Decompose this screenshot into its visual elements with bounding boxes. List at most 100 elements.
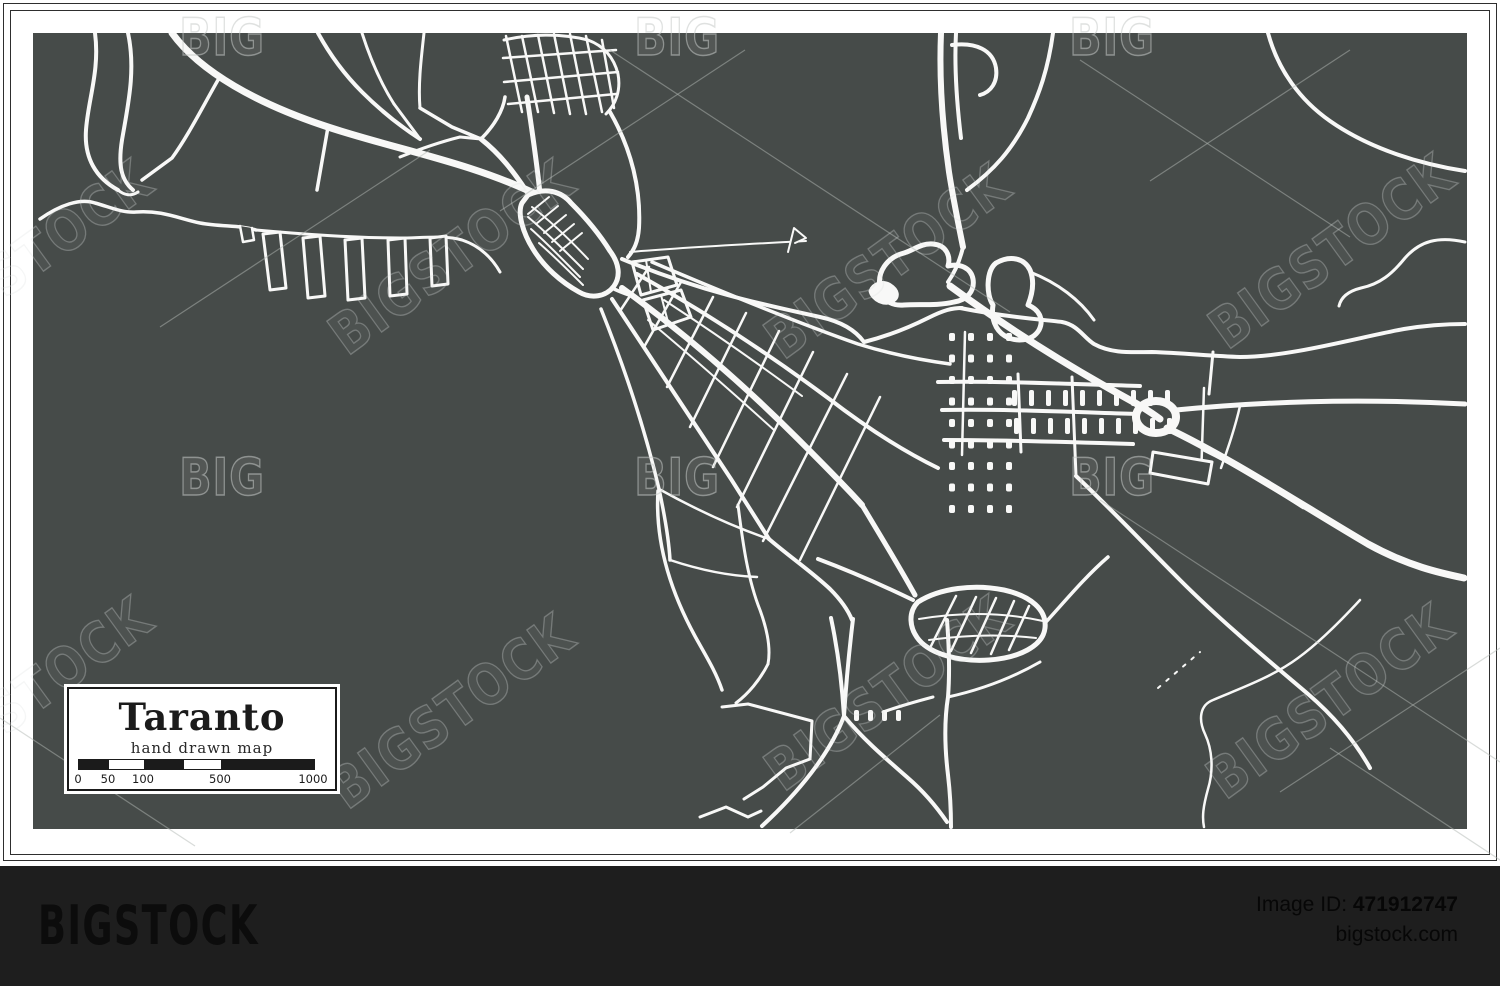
- road: [504, 34, 524, 114]
- road: [960, 330, 967, 457]
- road: [798, 395, 882, 562]
- scale-label: 500: [209, 772, 231, 786]
- road: [1173, 398, 1467, 413]
- road: [168, 33, 544, 200]
- city-block-dash: [949, 440, 955, 449]
- city-block-dash: [987, 354, 993, 363]
- city-block-dash: [949, 462, 955, 470]
- footer-info: Image ID: 471912747 bigstock.com: [1256, 890, 1458, 950]
- city-block-dash: [949, 333, 955, 341]
- road: [629, 240, 807, 253]
- city-block-dash: [968, 505, 974, 513]
- footer-bar: BIGSTOCK Image ID: 471912747 bigstock.co…: [0, 866, 1500, 986]
- road: [1266, 33, 1467, 173]
- city-block-dash: [1046, 390, 1051, 406]
- city-block-dash: [1031, 418, 1036, 434]
- road: [761, 372, 849, 543]
- road: [655, 489, 724, 692]
- scale-label: 100: [132, 772, 154, 786]
- city-block-dash: [987, 419, 993, 427]
- road: [767, 537, 854, 622]
- city-block-dash: [968, 483, 974, 492]
- city-block-dash: [968, 419, 974, 427]
- road: [315, 125, 330, 192]
- road: [1163, 424, 1467, 582]
- city-block-dash: [1097, 390, 1102, 406]
- city-block-dash: [1006, 354, 1012, 363]
- city-block-dash: [987, 505, 993, 513]
- road: [254, 228, 502, 274]
- road: [908, 584, 1048, 663]
- city-block-dash: [868, 710, 873, 721]
- city-block-dash: [1006, 333, 1012, 341]
- city-block-dash: [1006, 419, 1012, 427]
- road: [940, 407, 1140, 416]
- city-block-dash: [1133, 418, 1138, 434]
- scale-label: 1000: [298, 772, 328, 786]
- image-id-label: Image ID:: [1256, 893, 1353, 916]
- road: [479, 95, 507, 141]
- city-block-dash: [1006, 397, 1012, 406]
- city-block-dash: [1063, 390, 1068, 406]
- city-block-dash: [854, 710, 859, 721]
- city-block-dash: [949, 397, 955, 406]
- city-block-dash: [1006, 440, 1012, 449]
- city-block-dash: [896, 710, 901, 721]
- road: [937, 33, 966, 250]
- road: [38, 199, 258, 232]
- image-id-value: 471912747: [1352, 893, 1458, 916]
- road: [116, 188, 140, 197]
- road: [360, 33, 396, 106]
- city-block-dash: [949, 419, 955, 427]
- road: [953, 33, 963, 140]
- road: [720, 702, 814, 801]
- city-block-dash: [1167, 418, 1172, 434]
- road: [760, 616, 846, 828]
- city-block-dash: [1114, 390, 1119, 406]
- road: [688, 311, 748, 429]
- scale-segment: [184, 760, 221, 769]
- city-block-dash: [968, 354, 974, 363]
- city-block-dash: [1048, 418, 1053, 434]
- city-block-dash: [1165, 390, 1170, 406]
- scale-segment: [109, 760, 144, 769]
- city-block-dash: [949, 505, 955, 513]
- scale-label: 0: [74, 772, 82, 786]
- map-title-box: Taranto hand drawn map 0 50 100 500 1000: [67, 687, 337, 791]
- road: [343, 236, 367, 302]
- city-block-dash: [1012, 390, 1017, 406]
- city-block-dash: [987, 376, 993, 384]
- road: [610, 297, 771, 541]
- site-url: bigstock.com: [1335, 923, 1458, 946]
- road: [647, 319, 775, 431]
- city-block-dash: [987, 397, 993, 406]
- city-block-dash: [1148, 390, 1153, 406]
- city-block-dash: [968, 440, 974, 449]
- road: [1337, 238, 1467, 308]
- road: [1044, 555, 1110, 624]
- scale-segment: [79, 760, 109, 769]
- map-title: Taranto: [118, 695, 286, 739]
- road: [1199, 598, 1362, 829]
- scale-label: 50: [100, 772, 116, 786]
- city-block-dash: [987, 440, 993, 449]
- scale-segment: [144, 760, 184, 769]
- city-block-dash: [968, 462, 974, 470]
- city-block-dash: [987, 333, 993, 341]
- road: [418, 106, 483, 141]
- city-block-dash: [968, 376, 974, 384]
- scale-bar: [78, 759, 315, 770]
- road: [552, 33, 572, 116]
- scale-labels: 0 50 100 500 1000: [74, 772, 328, 786]
- road: [301, 234, 327, 300]
- road: [965, 33, 1055, 192]
- city-block-dash: [1099, 418, 1104, 434]
- city-block-dash: [968, 397, 974, 406]
- road: [711, 329, 781, 469]
- road: [428, 234, 450, 288]
- city-block-dash: [949, 354, 955, 363]
- city-block-dash: [949, 483, 955, 492]
- road: [698, 805, 763, 819]
- bigstock-logo: BIGSTOCK: [38, 894, 259, 957]
- road: [140, 78, 220, 182]
